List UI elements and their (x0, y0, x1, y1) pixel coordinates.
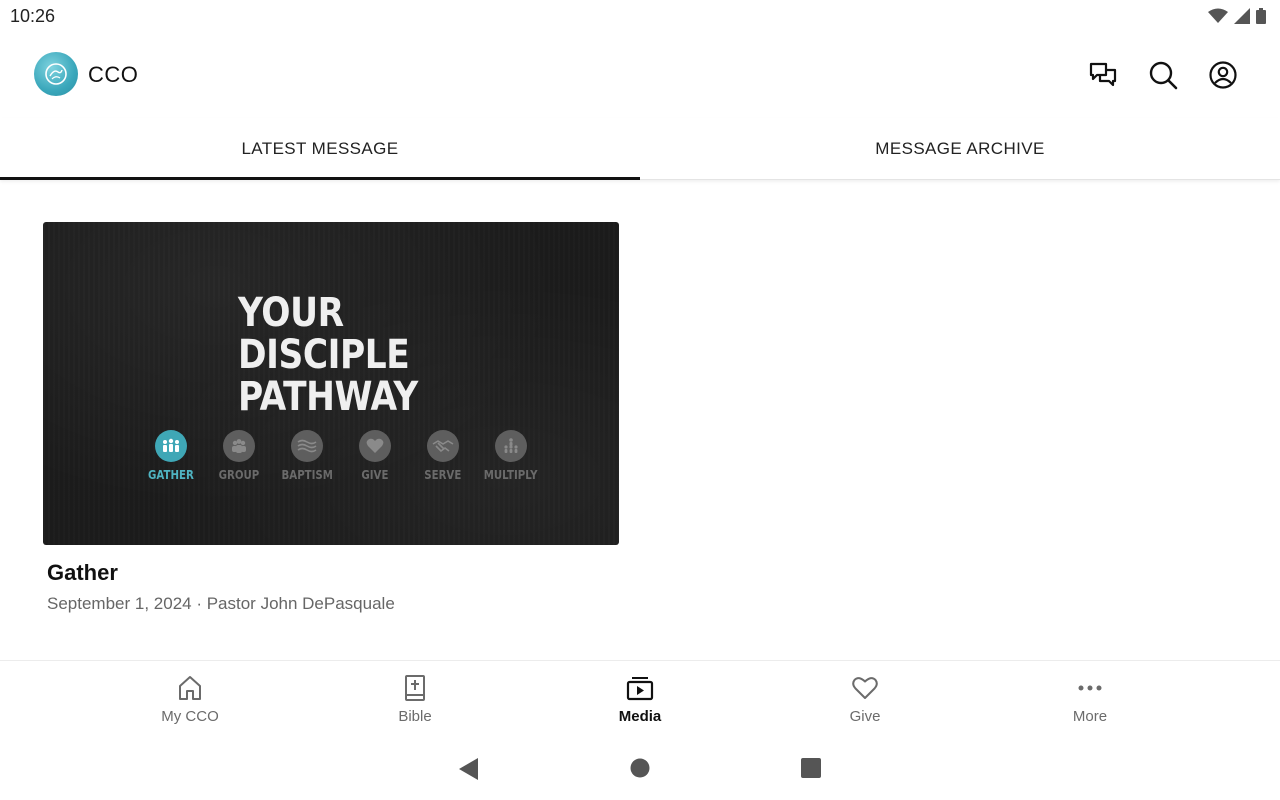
logo-icon (45, 63, 67, 85)
more-icon (1078, 685, 1102, 691)
account-icon (1209, 61, 1237, 89)
thumbnail-title-line: YOUR (238, 290, 344, 336)
nav-label: Bible (398, 708, 432, 725)
pathway-step-multiply: MULTIPLY (477, 430, 545, 482)
nav-label: Media (618, 708, 662, 725)
chat-button[interactable] (1086, 58, 1120, 92)
message-meta: September 1, 2024 · Pastor John DePasqua… (47, 594, 395, 613)
pathway-step-gather: GATHER (137, 430, 205, 482)
tab-label: MESSAGE ARCHIVE (875, 138, 1045, 158)
signal-icon (1234, 8, 1250, 24)
system-nav-bar (0, 740, 1280, 800)
thumbnail-title-line: DISCIPLE (238, 332, 410, 378)
step-label: SERVE (424, 468, 462, 482)
account-button[interactable] (1206, 58, 1240, 92)
tab-latest-message[interactable]: LATEST MESSAGE (0, 118, 640, 180)
back-icon[interactable] (458, 757, 480, 781)
app-logo (34, 52, 78, 96)
recents-icon[interactable] (801, 757, 821, 779)
nav-give[interactable]: Give (753, 661, 978, 738)
heart-icon (852, 677, 878, 699)
tab-bar: LATEST MESSAGE MESSAGE ARCHIVE (0, 118, 1280, 180)
message-title[interactable]: Gather (47, 560, 619, 586)
heart-icon (359, 430, 391, 462)
thumbnail-title: YOUR DISCIPLE PATHWAY (238, 292, 418, 418)
header-actions (1086, 58, 1240, 92)
water-icon (291, 430, 323, 462)
search-icon (1149, 61, 1178, 90)
step-label: GATHER (148, 468, 194, 482)
multiply-icon (495, 430, 527, 462)
handshake-icon (427, 430, 459, 462)
status-time: 10:26 (10, 6, 56, 26)
nav-bible[interactable]: Bible (303, 661, 528, 738)
chat-icon (1089, 62, 1117, 87)
pathway-step-give: GIVE (341, 430, 409, 482)
bible-icon (405, 675, 425, 701)
search-button[interactable] (1146, 58, 1180, 92)
nav-label: My CCO (161, 708, 219, 725)
nav-media[interactable]: Media (528, 661, 753, 738)
message-card[interactable]: YOUR DISCIPLE PATHWAY GATHER GROUP BAPTI… (43, 222, 619, 614)
nav-label: More (1072, 708, 1108, 725)
pathway-step-baptism: BAPTISM (273, 430, 341, 482)
nav-more[interactable]: More (978, 661, 1203, 738)
app-header: CCO (0, 34, 1280, 116)
home-icon (179, 676, 201, 700)
step-label: BAPTISM (281, 468, 333, 482)
step-label: GIVE (361, 468, 389, 482)
step-label: GROUP (218, 468, 260, 482)
gather-icon (155, 430, 187, 462)
media-icon (626, 677, 654, 701)
tab-label: LATEST MESSAGE (241, 138, 399, 158)
thumbnail-title-line: PATHWAY (238, 374, 418, 420)
app-title: CCO (88, 62, 139, 87)
pathway-steps: GATHER GROUP BAPTISM GIVE SERVE MULTIPLY (137, 430, 545, 482)
wifi-icon (1208, 8, 1228, 23)
pathway-step-serve: SERVE (409, 430, 477, 482)
bottom-nav: My CCO Bible Media Give More (0, 660, 1280, 738)
home-button-icon[interactable] (630, 757, 650, 779)
group-icon (223, 430, 255, 462)
battery-icon (1256, 8, 1266, 24)
message-thumbnail[interactable]: YOUR DISCIPLE PATHWAY GATHER GROUP BAPTI… (43, 222, 619, 545)
status-bar: 10:26 (0, 0, 1280, 34)
step-label: MULTIPLY (484, 468, 538, 482)
nav-label: Give (849, 708, 881, 725)
status-icons (1208, 8, 1266, 24)
pathway-step-group: GROUP (205, 430, 273, 482)
nav-my-cco[interactable]: My CCO (78, 661, 303, 738)
tab-message-archive[interactable]: MESSAGE ARCHIVE (640, 118, 1280, 179)
